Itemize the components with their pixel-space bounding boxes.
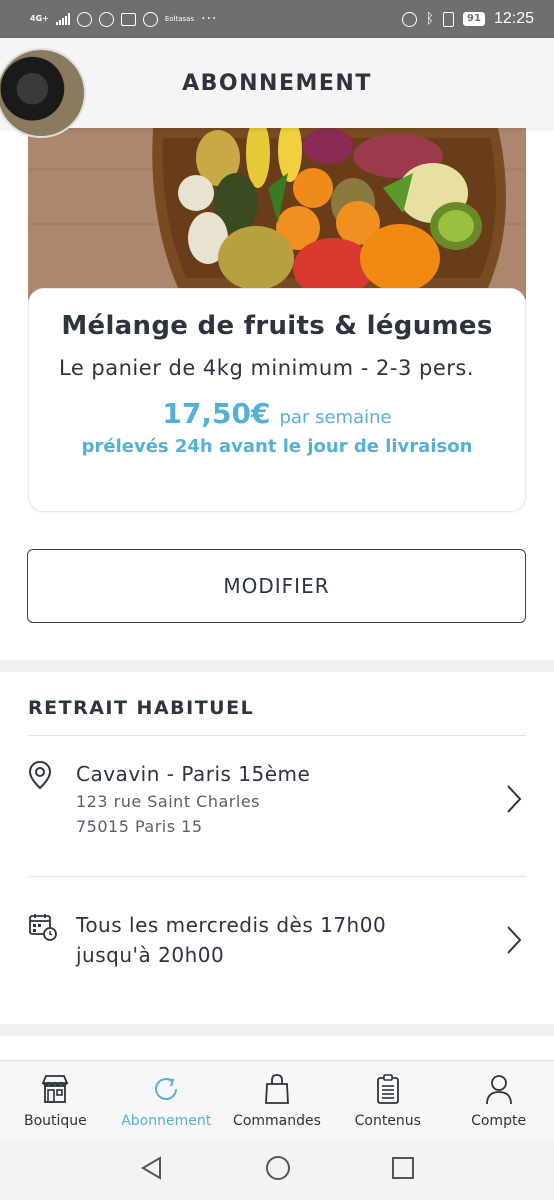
product-image [28, 128, 526, 300]
nav-label: Commandes [233, 1113, 321, 1129]
section-title: RETRAIT HABITUEL [28, 697, 255, 719]
battery-icon: 91 [463, 12, 485, 26]
price-line: 17,50€ par semaine [59, 397, 495, 430]
system-nav-bar [0, 1140, 554, 1200]
nav-item-boutique[interactable]: Boutique [0, 1061, 111, 1140]
bluetooth-icon: ᛒ [425, 11, 435, 27]
nav-item-commandes[interactable]: Commandes [222, 1061, 333, 1140]
price-unit: par semaine [279, 407, 392, 428]
pickup-schedule-row[interactable]: Tous les mercredis dès 17h00 jusqu'à 20h… [28, 910, 526, 980]
section-divider [0, 660, 554, 672]
subscription-card: Mélange de fruits & légumes Le panier de… [28, 288, 526, 512]
bag-icon [261, 1073, 293, 1109]
pickup-location-row[interactable]: Cavavin - Paris 15ème 123 rue Saint Char… [28, 760, 526, 850]
divider [28, 876, 526, 877]
address-line-2: 75015 Paris 15 [76, 817, 203, 836]
back-icon[interactable] [139, 1155, 165, 1185]
nav-label: Abonnement [121, 1113, 212, 1129]
recents-icon[interactable] [391, 1156, 415, 1184]
nav-item-abonnement[interactable]: Abonnement [111, 1061, 222, 1140]
notification-text: Eoltasas [164, 15, 195, 23]
network-type: 4G+ [30, 14, 49, 23]
pickup-schedule: Tous les mercredis dès 17h00 jusqu'à 20h… [76, 913, 387, 967]
address-line-1: 123 rue Saint Charles [76, 792, 260, 811]
bottom-nav: Boutique Abonnement Commandes Contenus C… [0, 1060, 554, 1140]
nav-item-contenus[interactable]: Contenus [332, 1061, 443, 1140]
product-description: Le panier de 4kg minimum - 2-3 pers. [59, 356, 475, 380]
home-icon[interactable] [264, 1154, 292, 1186]
messenger-icon [76, 11, 92, 27]
nav-label: Compte [471, 1113, 527, 1129]
signal-icon [55, 13, 70, 25]
section-divider [0, 1024, 554, 1036]
status-bar: 4G+ Eoltasas ··· ᛒ 91 12:25 [0, 0, 554, 38]
divider [28, 735, 526, 736]
vibrate-icon [443, 11, 455, 27]
avatar[interactable] [0, 48, 86, 138]
pinterest-icon [142, 11, 158, 27]
alarm-icon [401, 11, 417, 27]
chevron-right-icon [506, 784, 522, 818]
refresh-icon [150, 1073, 182, 1109]
clipboard-icon [372, 1073, 404, 1109]
app-header: ABONNEMENT [0, 38, 554, 138]
calendar-clock-icon [28, 912, 58, 946]
clock: 12:25 [493, 10, 534, 27]
app-icon [98, 11, 114, 27]
product-name: Mélange de fruits & légumes [61, 311, 493, 341]
location-pin-icon [28, 760, 52, 794]
nav-item-compte[interactable]: Compte [443, 1061, 554, 1140]
fruit-basket-illustration [28, 128, 526, 300]
user-icon [483, 1073, 515, 1109]
more-notifications-icon: ··· [201, 11, 218, 27]
nav-label: Boutique [24, 1113, 87, 1129]
price: 17,50€ [162, 397, 271, 430]
gmail-icon [120, 12, 136, 26]
chevron-right-icon [506, 925, 522, 959]
nav-label: Contenus [354, 1113, 421, 1129]
location-name: Cavavin - Paris 15ème [76, 762, 311, 786]
page-title: ABONNEMENT [182, 70, 372, 96]
shop-icon [39, 1073, 71, 1109]
modify-button[interactable]: MODIFIER [27, 549, 526, 623]
price-note: prélevés 24h avant le jour de livraison [81, 436, 473, 457]
